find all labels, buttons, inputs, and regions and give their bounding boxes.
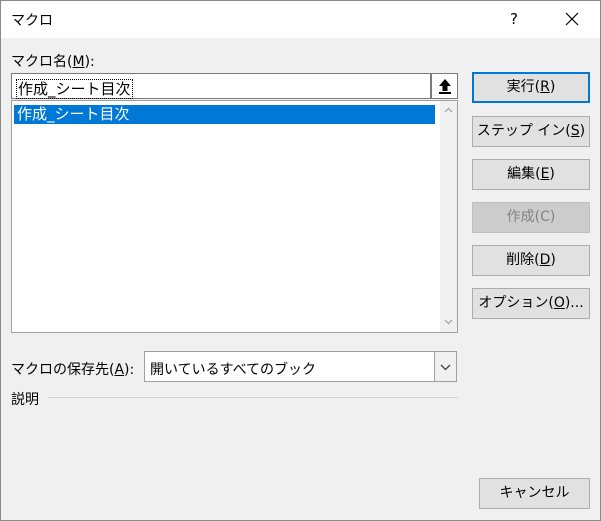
delete-label-suffix: ) — [550, 252, 556, 268]
options-button[interactable]: オプション(O)... — [472, 288, 590, 319]
chevron-down-icon — [444, 319, 453, 325]
location-label-prefix: マクロの保存先( — [11, 362, 115, 378]
cancel-button[interactable]: キャンセル — [479, 478, 590, 509]
macro-dialog: マクロ ? マクロ名(M): 作成_シート目次 作成_シート目次 マクロの保存先… — [0, 0, 601, 521]
step-in-button[interactable]: ステップ イン(S) — [472, 116, 590, 147]
macro-name-label-suffix: ): — [84, 54, 95, 70]
options-label-suffix: )... — [564, 295, 584, 311]
scroll-down-button[interactable] — [440, 314, 457, 331]
edit-label-suffix: ) — [549, 166, 555, 182]
location-select[interactable]: 開いているすべてのブック — [144, 351, 457, 382]
description-label: 説明 — [11, 392, 39, 408]
dialog-title: マクロ — [11, 13, 53, 29]
cancel-label: キャンセル — [499, 485, 570, 501]
options-label-key: O — [553, 295, 565, 311]
help-button[interactable]: ? — [497, 4, 531, 34]
edit-button[interactable]: 編集(E) — [472, 159, 590, 190]
macro-name-label-key: M — [72, 54, 85, 70]
create-label: 作成(C) — [506, 209, 556, 225]
macro-list[interactable]: 作成_シート目次 — [11, 100, 458, 333]
close-button[interactable] — [552, 4, 592, 34]
create-button[interactable]: 作成(C) — [472, 202, 590, 233]
run-label-prefix: 実行( — [506, 79, 541, 95]
close-icon — [565, 12, 579, 26]
location-label-suffix: ): — [124, 362, 135, 378]
scroll-up-button[interactable] — [440, 102, 457, 119]
dropdown-button[interactable] — [434, 352, 456, 381]
list-item[interactable]: 作成_シート目次 — [14, 105, 435, 124]
step-in-label-key: S — [570, 123, 580, 139]
options-label-prefix: オプション( — [478, 295, 554, 311]
collapse-button[interactable] — [431, 73, 458, 99]
chevron-up-icon — [444, 107, 453, 113]
macro-name-value: 作成_シート目次 — [16, 79, 133, 99]
delete-label-key: D — [539, 252, 551, 268]
description-divider — [48, 397, 458, 398]
macro-name-input[interactable]: 作成_シート目次 — [11, 73, 431, 99]
upload-arrow-icon — [439, 79, 451, 94]
macro-name-label: マクロ名(M): — [11, 51, 95, 71]
location-label-key: A — [114, 362, 125, 378]
location-label: マクロの保存先(A): — [11, 359, 134, 379]
delete-label-prefix: 削除( — [506, 252, 540, 268]
chevron-down-icon — [440, 364, 451, 371]
macro-name-label-prefix: マクロ名( — [11, 54, 73, 70]
edit-label-prefix: 編集( — [507, 166, 541, 182]
scrollbar[interactable] — [440, 101, 457, 332]
run-label-suffix: ) — [549, 79, 556, 95]
location-value: 開いているすべてのブック — [150, 362, 317, 378]
help-icon: ? — [510, 10, 518, 28]
step-in-label-prefix: ステップ イン( — [476, 123, 571, 139]
step-in-label-suffix: ) — [579, 123, 586, 139]
run-button[interactable]: 実行(R) — [472, 72, 590, 103]
title-bar: マクロ ? — [1, 1, 600, 38]
delete-button[interactable]: 削除(D) — [472, 245, 590, 276]
run-label-key: R — [540, 79, 550, 95]
